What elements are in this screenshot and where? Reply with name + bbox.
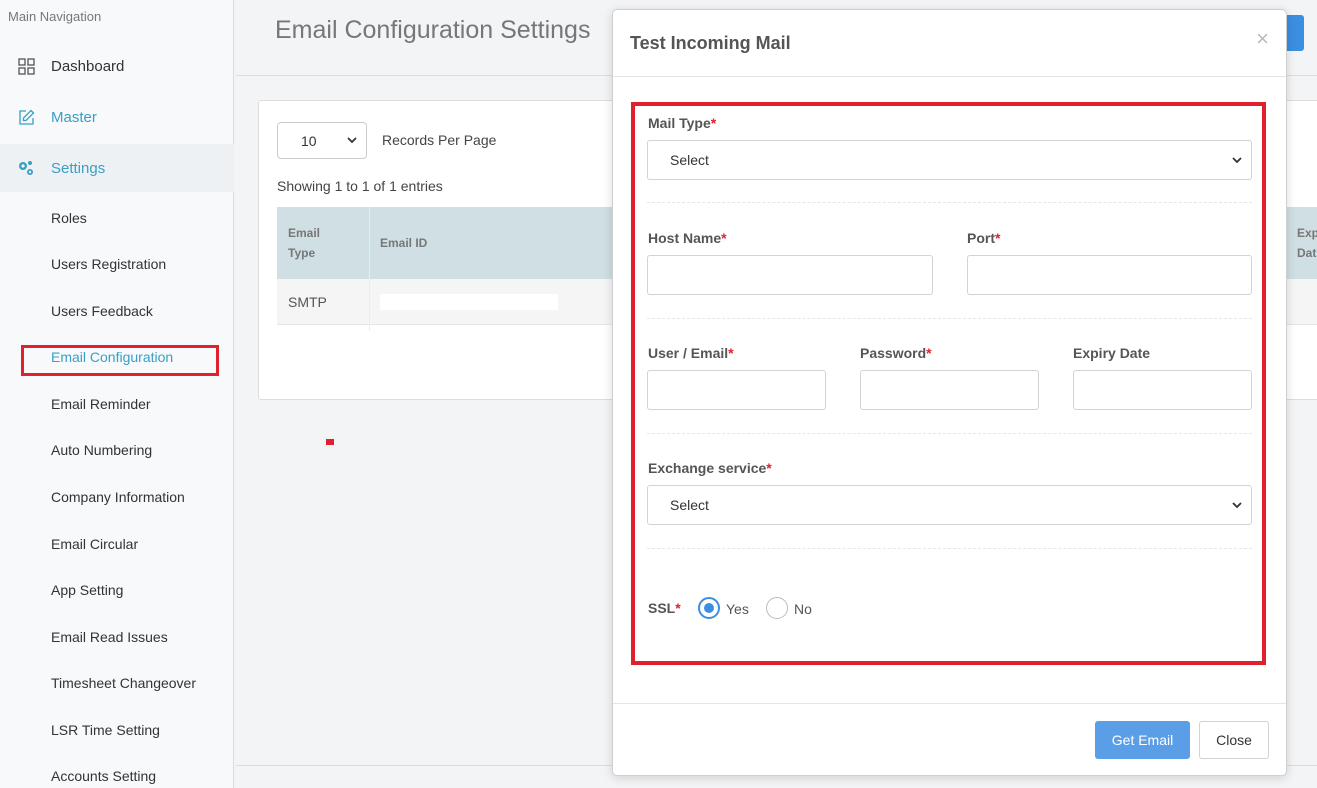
sidebar-item-timesheet-changeover[interactable]: Timesheet Changeover [51,673,196,693]
expiry-date-label: Expiry Date [1073,345,1151,361]
column-header-email-type[interactable]: Email Type [288,223,358,263]
chevron-down-icon [1231,153,1243,169]
modal-title: Test Incoming Mail [630,33,791,53]
gears-icon [17,159,35,177]
password-input[interactable] [860,370,1039,410]
records-per-page-label: Records Per Page [382,132,497,148]
mail-type-select[interactable]: Select [647,140,1252,180]
ssl-yes-radio[interactable] [698,597,720,619]
ssl-no-label[interactable]: No [794,601,812,617]
close-icon[interactable]: × [1256,26,1269,52]
ssl-label: SSL* [648,600,681,616]
modal-footer-divider [613,703,1286,704]
ssl-yes-label[interactable]: Yes [726,601,749,617]
port-label: Port* [967,230,1001,246]
exchange-service-value: Select [670,497,709,513]
column-header-email-id[interactable]: Email ID [380,233,427,253]
host-name-label: Host Name* [648,230,727,246]
host-name-input[interactable] [647,255,933,295]
user-email-label: User / Email* [648,345,734,361]
sidebar: Main Navigation Dashboard Master Setting… [0,0,234,788]
port-input[interactable] [967,255,1252,295]
nav-item-settings[interactable]: Settings [0,144,234,192]
ssl-no-radio[interactable] [766,597,788,619]
sidebar-item-users-registration[interactable]: Users Registration [51,254,166,274]
mail-type-value: Select [670,152,709,168]
entries-info: Showing 1 to 1 of 1 entries [277,178,443,194]
chevron-down-icon [346,133,358,149]
field-divider [647,548,1252,549]
mail-type-label: Mail Type* [648,115,717,131]
column-divider [369,207,370,331]
sidebar-item-app-setting[interactable]: App Setting [51,580,123,600]
field-divider [647,433,1252,434]
page-title: Email Configuration Settings [275,16,591,44]
exchange-service-select[interactable]: Select [647,485,1252,525]
field-divider [647,318,1252,319]
close-button[interactable]: Close [1199,721,1269,759]
field-divider [647,202,1252,203]
chevron-down-icon [1231,498,1243,514]
sidebar-item-accounts-setting[interactable]: Accounts Setting [51,766,156,786]
nav-heading: Main Navigation [8,9,102,24]
cell-email-id [380,294,558,310]
grid-icon [17,57,35,75]
expiry-date-input[interactable] [1073,370,1252,410]
nav-item-label: Dashboard [51,57,125,75]
records-per-page-select[interactable]: 10 [277,122,367,159]
sidebar-item-company-information[interactable]: Company Information [51,487,185,507]
sidebar-item-lsr-time-setting[interactable]: LSR Time Setting [51,720,160,740]
sidebar-item-email-circular[interactable]: Email Circular [51,534,138,554]
test-incoming-mail-modal: Test Incoming Mail × Mail Type* Select H… [612,9,1287,776]
password-label: Password* [860,345,932,361]
nav-item-label: Settings [51,159,106,177]
modal-header-divider [613,76,1286,77]
nav-item-label: Master [51,108,97,126]
sidebar-item-email-reminder[interactable]: Email Reminder [51,394,151,414]
sidebar-item-email-read-issues[interactable]: Email Read Issues [51,627,168,647]
sidebar-item-users-feedback[interactable]: Users Feedback [51,301,153,321]
column-header-expiry-date[interactable]: Exp Dat [1297,223,1317,263]
sidebar-item-roles[interactable]: Roles [51,208,87,228]
nav-item-master[interactable]: Master [0,93,234,141]
red-marker [326,439,334,445]
edit-icon [17,108,35,126]
get-email-button[interactable]: Get Email [1095,721,1190,759]
user-email-input[interactable] [647,370,826,410]
sidebar-item-auto-numbering[interactable]: Auto Numbering [51,440,152,460]
exchange-service-label: Exchange service* [648,460,772,476]
nav-item-dashboard[interactable]: Dashboard [0,42,234,90]
highlight-box [21,345,219,376]
records-per-page-value: 10 [301,132,317,149]
cell-email-type: SMTP [288,294,327,310]
